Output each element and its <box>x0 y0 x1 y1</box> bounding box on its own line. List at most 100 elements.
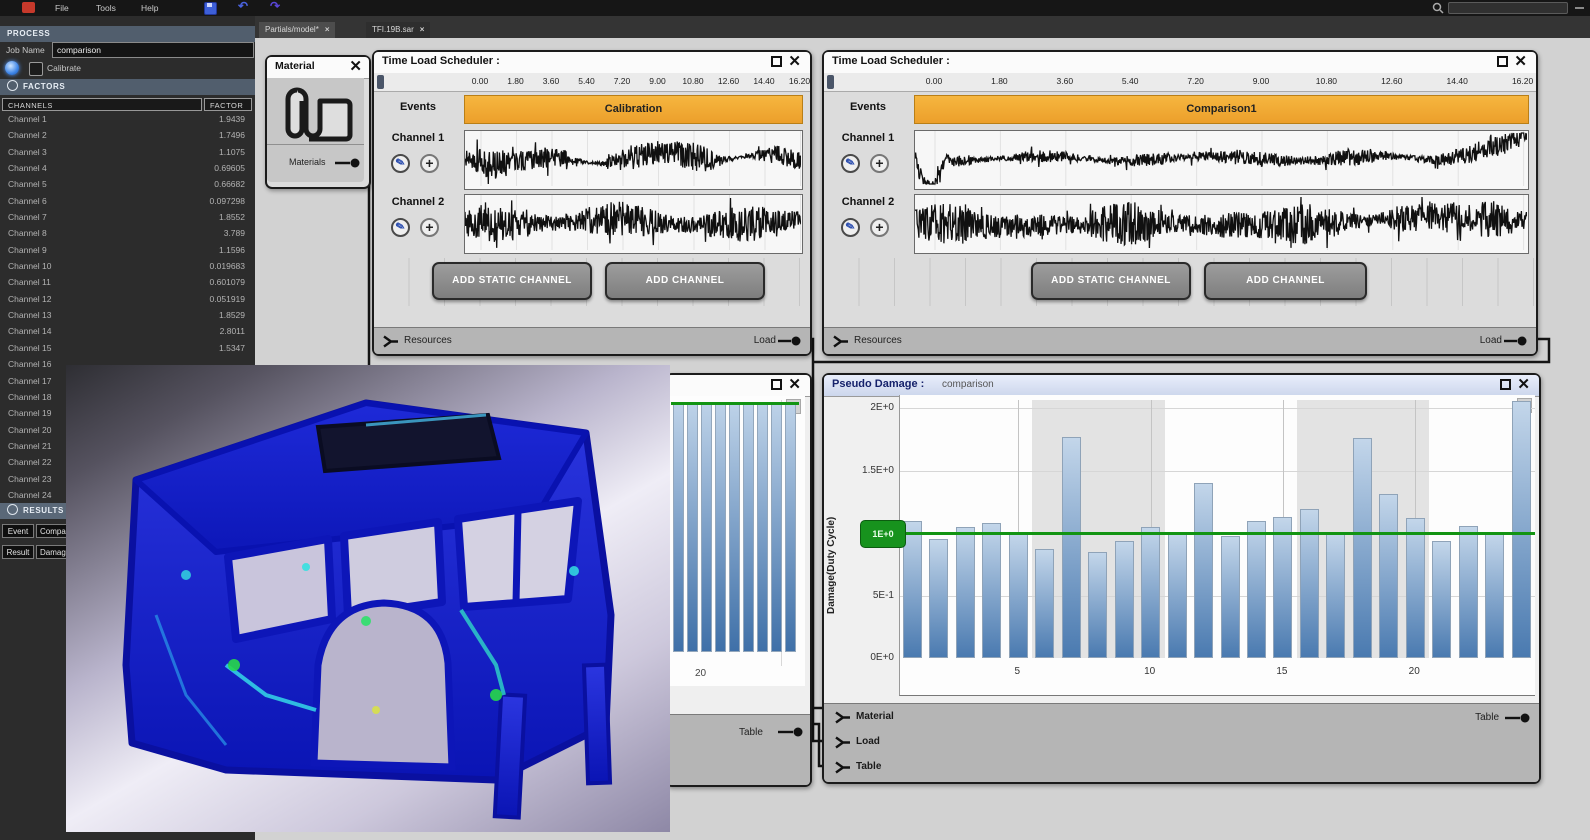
mini-titlebar[interactable]: ✕ <box>667 375 810 397</box>
damage-bar[interactable] <box>729 403 740 652</box>
damage-bar[interactable] <box>1168 533 1187 658</box>
maximize-icon[interactable] <box>1497 56 1508 67</box>
table-row[interactable]: Channel 60.097298 <box>0 194 255 210</box>
damage-bar[interactable] <box>1273 517 1292 658</box>
table-row[interactable]: Channel 120.051919 <box>0 292 255 308</box>
damage-bar[interactable] <box>771 403 782 652</box>
factors-section-header[interactable]: FACTORS <box>0 79 255 95</box>
table-row[interactable]: Channel 31.1075 <box>0 145 255 161</box>
add-channel-button[interactable]: ADD CHANNEL <box>605 262 765 300</box>
close-icon[interactable]: ✕ <box>788 376 801 394</box>
edit-channel-button[interactable]: ✎ <box>841 154 860 173</box>
edit-channel-button[interactable]: ✎ <box>391 218 410 237</box>
time-ruler[interactable]: 0.001.803.605.407.209.0010.8012.6014.401… <box>374 73 810 92</box>
damage-bar[interactable] <box>1088 552 1107 658</box>
damage-bar[interactable] <box>1062 437 1081 658</box>
damage-bar[interactable] <box>982 523 1001 658</box>
table-row[interactable]: Channel 83.789 <box>0 226 255 242</box>
input-connector-icon[interactable] <box>834 761 851 774</box>
time-load-scheduler-window-1[interactable]: Time Load Scheduler : ✕ 0.001.803.605.40… <box>372 50 812 356</box>
calibration-damage-window[interactable]: ✕ 20 Table <box>665 373 812 787</box>
table-row[interactable]: Channel 100.019683 <box>0 259 255 275</box>
search-input[interactable] <box>1448 2 1568 14</box>
table-row[interactable]: Channel 50.66682 <box>0 177 255 193</box>
close-icon[interactable]: ✕ <box>1514 53 1527 71</box>
table-row[interactable]: Channel 142.8011 <box>0 324 255 340</box>
mini-plot[interactable]: 20 <box>667 396 805 686</box>
scheduler-titlebar[interactable]: Time Load Scheduler : ✕ <box>374 52 810 74</box>
damage-bar[interactable] <box>757 403 768 652</box>
process-section-header[interactable]: PROCESS <box>0 26 255 42</box>
maximize-icon[interactable] <box>771 56 782 67</box>
damage-bar[interactable] <box>1326 533 1345 658</box>
app-icon[interactable] <box>22 2 35 13</box>
edit-channel-button[interactable]: ✎ <box>841 218 860 237</box>
table-row[interactable]: Channel 110.601079 <box>0 275 255 291</box>
damage-bar[interactable] <box>1194 483 1213 658</box>
damage-bar[interactable] <box>1141 527 1160 658</box>
table-row[interactable]: Channel 40.69605 <box>0 161 255 177</box>
input-connector-icon[interactable] <box>834 711 851 724</box>
input-connector-icon[interactable] <box>382 335 399 348</box>
job-name-input[interactable] <box>52 42 254 58</box>
damage-bar[interactable] <box>1406 518 1425 658</box>
table-row[interactable]: Channel 71.8552 <box>0 210 255 226</box>
signal-plot[interactable] <box>914 194 1529 254</box>
damage-bar[interactable] <box>1459 526 1478 659</box>
input-connector-icon[interactable] <box>832 335 849 348</box>
add-static-channel-button[interactable]: ADD STATIC CHANNEL <box>432 262 592 300</box>
pseudo-damage-window[interactable]: Pseudo Damage : comparison ✕ Damage(Duty… <box>822 373 1541 784</box>
output-connector-icon[interactable] <box>1504 335 1528 347</box>
damage-bar[interactable] <box>687 403 698 652</box>
column-header-channels[interactable]: CHANNELS <box>2 98 202 111</box>
undo-icon[interactable]: ↶ <box>238 0 248 13</box>
event-block-calibration[interactable]: Calibration <box>464 95 803 124</box>
add-event-button[interactable]: + <box>870 218 889 237</box>
ruler-slider-handle[interactable] <box>377 75 384 89</box>
minimize-dash[interactable] <box>1575 7 1584 9</box>
tab-close-icon[interactable]: × <box>325 25 330 34</box>
expander-icon[interactable] <box>7 504 18 515</box>
damage-bar[interactable] <box>1353 438 1372 658</box>
add-event-button[interactable]: + <box>870 154 889 173</box>
damage-bar[interactable] <box>1115 541 1134 659</box>
signal-plot[interactable] <box>464 130 803 190</box>
maximize-icon[interactable] <box>771 379 782 390</box>
damage-bar[interactable] <box>1379 494 1398 658</box>
tab-partials-model[interactable]: Partials/model*× <box>259 22 335 38</box>
table-row[interactable]: Channel 131.8529 <box>0 308 255 324</box>
expander-icon[interactable] <box>7 80 18 91</box>
signal-plot[interactable] <box>464 194 803 254</box>
damage-bar[interactable] <box>1035 549 1054 658</box>
redo-icon[interactable]: ↷ <box>270 0 280 13</box>
close-icon[interactable]: ✕ <box>788 53 801 71</box>
reference-value-badge[interactable]: 1E+0 <box>860 520 906 548</box>
damage-bar[interactable] <box>785 403 796 652</box>
edit-channel-button[interactable]: ✎ <box>391 154 410 173</box>
output-connector-icon[interactable] <box>778 335 802 347</box>
add-event-button[interactable]: + <box>420 154 439 173</box>
event-block-comparison1[interactable]: Comparison1 <box>914 95 1529 124</box>
damage-bar[interactable] <box>1247 521 1266 659</box>
table-row[interactable]: Channel 151.5347 <box>0 341 255 357</box>
material-titlebar[interactable]: Material ✕ <box>267 57 369 79</box>
damage-bar-chart[interactable] <box>899 395 1535 696</box>
damage-bar[interactable] <box>956 527 975 658</box>
add-event-button[interactable]: + <box>420 218 439 237</box>
menu-file[interactable]: File <box>55 0 69 16</box>
close-icon[interactable]: ✕ <box>1517 376 1530 394</box>
table-row[interactable]: Channel 91.1596 <box>0 243 255 259</box>
calibrate-checkbox[interactable] <box>29 62 43 76</box>
damage-bar[interactable] <box>1009 533 1028 658</box>
tab-tfi-sar[interactable]: TFI.19B.sar× <box>366 22 430 38</box>
tab-close-icon[interactable]: × <box>420 25 425 34</box>
damage-bar[interactable] <box>715 403 726 652</box>
menu-help[interactable]: Help <box>141 0 158 16</box>
damage-bar[interactable] <box>1432 541 1451 659</box>
damage-bar[interactable] <box>1485 533 1504 658</box>
damage-bar[interactable] <box>1221 536 1240 659</box>
add-channel-button[interactable]: ADD CHANNEL <box>1204 262 1367 300</box>
damage-bar[interactable] <box>929 539 948 658</box>
menu-tools[interactable]: Tools <box>96 0 116 16</box>
run-radio-button[interactable] <box>5 61 19 75</box>
